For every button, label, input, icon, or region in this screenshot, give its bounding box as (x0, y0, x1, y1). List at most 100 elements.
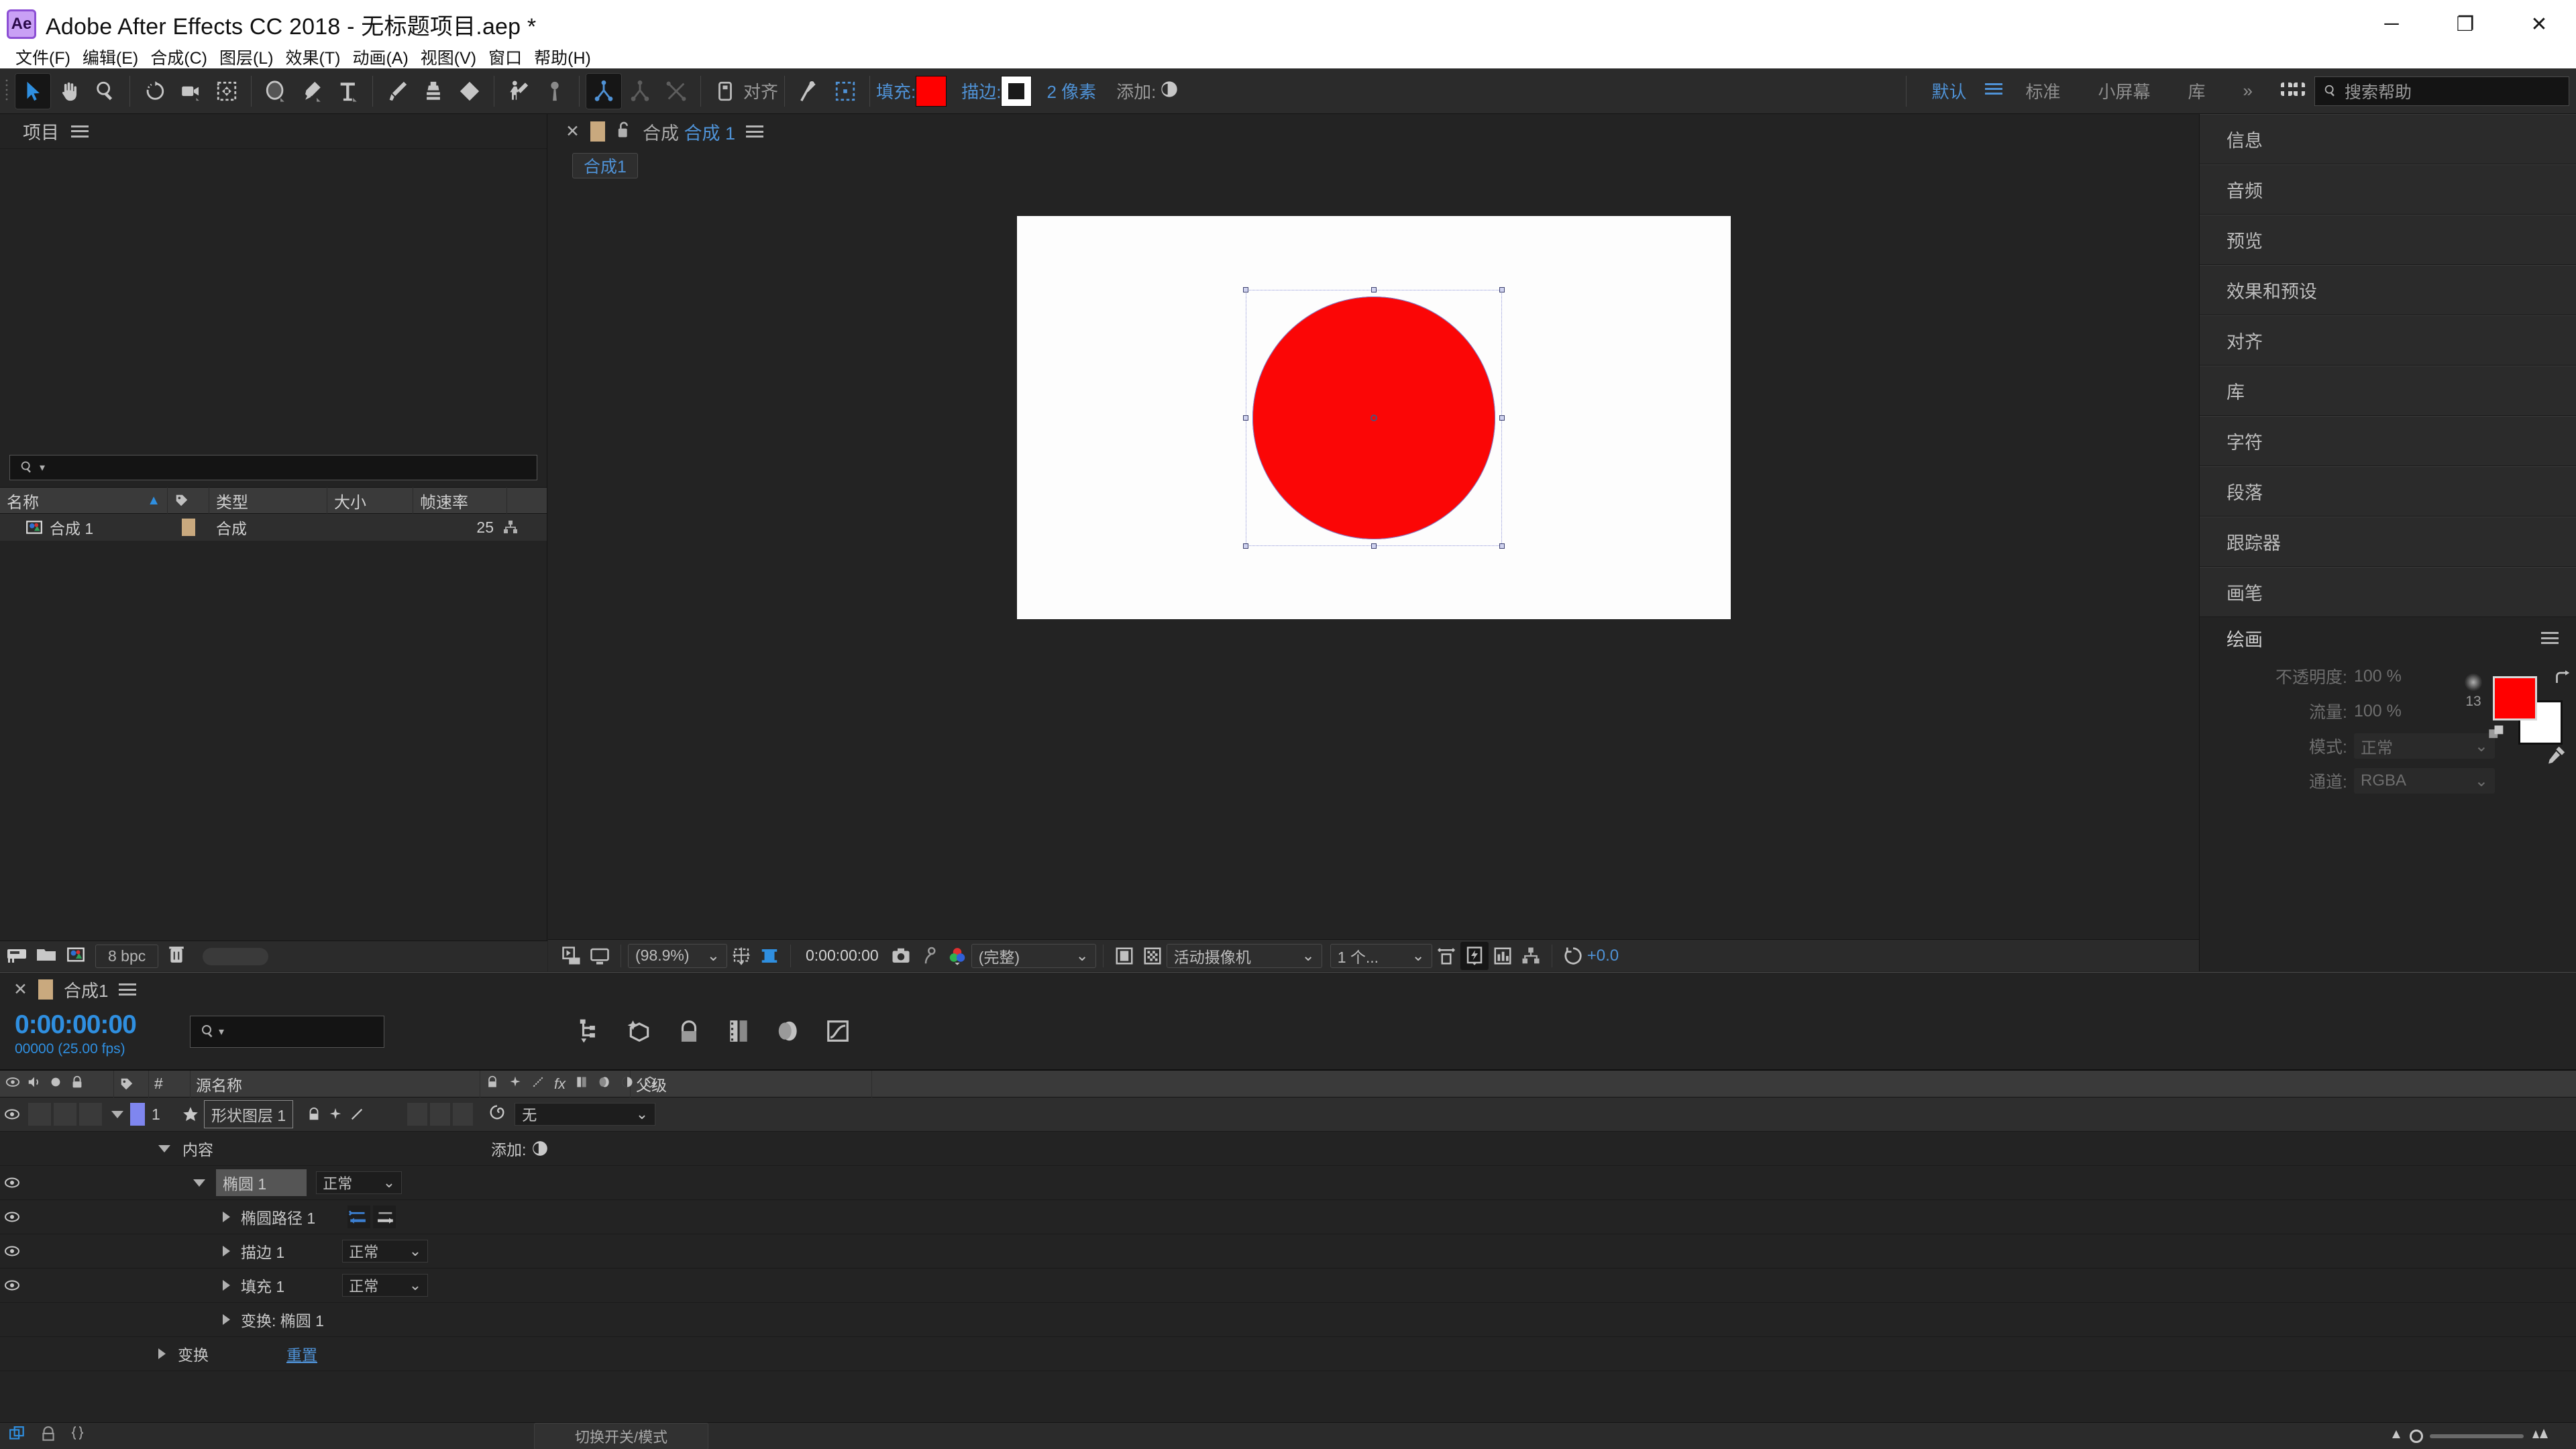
timeline-property-row[interactable]: 描边 1 正常 ⌄ (0, 1234, 2576, 1269)
layer-lock-toggle[interactable] (79, 1103, 102, 1126)
timeline-property-row[interactable]: 变换 重置 (0, 1337, 2576, 1371)
panel-tab-align[interactable]: 对齐 (2200, 315, 2576, 366)
mask-overlay-icon[interactable] (1110, 942, 1138, 970)
zoom-slider-track[interactable] (2430, 1434, 2524, 1438)
ellipse-path-disclosure-triangle[interactable] (223, 1212, 230, 1222)
menu-help[interactable]: 帮助(H) (528, 48, 597, 68)
grid-guides-icon[interactable] (727, 942, 755, 970)
color-depth-button[interactable]: 8 bpc (95, 945, 158, 968)
paint-mode-select[interactable]: 正常 ⌄ (2354, 733, 2495, 759)
timeline-property-row[interactable]: 椭圆 1 正常 ⌄ (0, 1166, 2576, 1200)
composition-viewport[interactable] (548, 186, 2199, 910)
eraser-tool[interactable] (451, 73, 488, 109)
contents-disclosure-triangle[interactable] (158, 1145, 170, 1152)
puppet-overlap-pin-icon[interactable] (658, 73, 694, 109)
maximize-icon[interactable]: ❐ (2428, 0, 2502, 48)
panel-tab-libraries[interactable]: 库 (2200, 366, 2576, 416)
transform-reset-link[interactable]: 重置 (286, 1342, 317, 1365)
hide-shy-layers-icon[interactable] (676, 1018, 702, 1047)
zoom-level-select[interactable]: (98.9%) ⌄ (628, 944, 727, 968)
puppet-pin-tool[interactable] (537, 73, 573, 109)
layer-switches-pane-icon[interactable] (39, 1426, 58, 1446)
property-visibility-toggle[interactable] (0, 1277, 24, 1293)
selection-handle-tc[interactable] (1371, 287, 1377, 292)
enable-motion-blur-icon[interactable] (775, 1018, 801, 1047)
transform-disclosure-triangle[interactable] (158, 1348, 166, 1359)
pen-tool[interactable] (294, 73, 330, 109)
menu-composition[interactable]: 合成(C) (144, 48, 213, 68)
layer-switch-boxes[interactable] (407, 1103, 473, 1126)
mask-feather-tool[interactable] (791, 73, 827, 109)
selection-handle-tr[interactable] (1499, 287, 1505, 292)
close-icon[interactable]: ✕ (2502, 0, 2576, 48)
property-visibility-toggle[interactable] (0, 1243, 24, 1259)
column-size[interactable]: 大小 (327, 487, 413, 514)
layer-solo-toggle[interactable] (54, 1103, 76, 1126)
panel-tab-tracker[interactable]: 跟踪器 (2200, 517, 2576, 567)
menu-window[interactable]: 窗口 (482, 48, 528, 68)
selection-handle-ml[interactable] (1243, 415, 1248, 421)
panel-tab-character[interactable]: 字符 (2200, 416, 2576, 466)
project-bin-area[interactable] (0, 149, 547, 451)
layer-disclosure-triangle[interactable] (111, 1111, 123, 1118)
workspace-more-chevron-icon[interactable]: » (2224, 80, 2271, 101)
current-timecode[interactable]: 0:00:00:00 (15, 1010, 136, 1040)
timeline-menu-icon[interactable] (119, 983, 136, 996)
workspace-library[interactable]: 库 (2169, 78, 2224, 103)
clone-stamp-tool[interactable] (415, 73, 451, 109)
add-label[interactable]: 添加: (1116, 78, 1156, 103)
column-framerate[interactable]: 帧速率 (413, 487, 507, 514)
roto-brush-tool[interactable] (500, 73, 537, 109)
hand-tool[interactable] (51, 73, 87, 109)
foreground-color-swatch[interactable] (2493, 676, 2537, 720)
views-select[interactable]: 1 个... ⌄ (1330, 944, 1432, 968)
resolution-select[interactable]: (完整) ⌄ (971, 944, 1096, 968)
toolbar-grip[interactable] (5, 78, 11, 105)
eyedropper-icon[interactable] (2544, 745, 2567, 771)
panel-tab-preview[interactable]: 预览 (2200, 215, 2576, 265)
composition-stage[interactable] (1017, 216, 1731, 619)
menu-edit[interactable]: 编辑(E) (76, 48, 144, 68)
timeline-search-input[interactable]: ▾ (190, 1016, 384, 1048)
layer-audio-toggle[interactable] (28, 1103, 51, 1126)
menu-animation[interactable]: 动画(A) (346, 48, 414, 68)
project-menu-icon[interactable] (71, 125, 89, 138)
comp-lock-icon[interactable] (616, 121, 632, 143)
zoom-slider-knob[interactable] (2410, 1430, 2423, 1443)
brush-tool[interactable] (379, 73, 415, 109)
stroke-width-value[interactable]: 2 像素 (1046, 78, 1096, 103)
snapshot-icon[interactable] (887, 942, 915, 970)
show-snapshot-icon[interactable] (915, 942, 943, 970)
minimize-icon[interactable]: ─ (2355, 0, 2428, 48)
default-colors-icon[interactable] (2487, 723, 2506, 745)
enable-frame-blending-icon[interactable] (726, 1018, 751, 1047)
stroke-disclosure-triangle[interactable] (223, 1246, 230, 1256)
timeline-tab-label[interactable]: 合成1 (64, 977, 108, 1002)
column-name[interactable]: 名称 ▲ (0, 487, 168, 514)
graph-composition-mini-flowchart-icon[interactable] (577, 1018, 602, 1047)
add-chevron-icon[interactable] (1160, 80, 1179, 102)
label-color-chip[interactable] (182, 519, 195, 536)
zoom-tool[interactable] (87, 73, 123, 109)
composition-mini-flowchart-icon[interactable] (8, 1426, 27, 1446)
panel-tab-brushes[interactable]: 画笔 (2200, 567, 2576, 617)
selection-tool[interactable] (15, 73, 51, 109)
always-preview-icon[interactable] (557, 942, 586, 970)
align-snapping-icon[interactable] (707, 73, 743, 109)
layer-switches[interactable] (307, 1107, 407, 1122)
menu-effect[interactable]: 效果(T) (280, 48, 347, 68)
toggle-switches-modes-button[interactable]: 切换开关/模式 (534, 1423, 708, 1449)
timeline-property-row[interactable]: 变换: 椭圆 1 (0, 1303, 2576, 1337)
paint-opacity-value[interactable]: 100 % (2354, 667, 2402, 686)
transparency-grid-icon[interactable] (1138, 942, 1167, 970)
ellipse-blend-mode-select[interactable]: 正常 ⌄ (316, 1171, 402, 1194)
paint-flow-value[interactable]: 100 % (2354, 702, 2402, 721)
fast-previews-icon[interactable] (1460, 942, 1489, 970)
property-visibility-toggle[interactable] (0, 1175, 24, 1191)
pan-behind-tool[interactable] (209, 73, 245, 109)
layer-visibility-toggle[interactable] (0, 1106, 24, 1122)
ellipse-disclosure-triangle[interactable] (193, 1179, 205, 1187)
expression-braces-icon[interactable] (70, 1426, 85, 1446)
parent-column[interactable]: 父级 (631, 1071, 872, 1097)
comp-menu-icon[interactable] (746, 125, 763, 138)
